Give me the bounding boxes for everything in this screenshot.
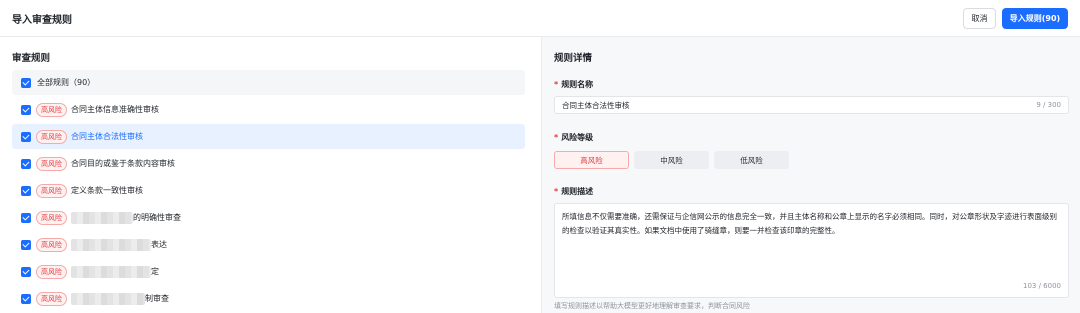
rule-desc-textarea[interactable]: 所填信息不仅需要准确，还需保证与企信网公示的信息完全一致，并且主体名称和公章上显… <box>554 203 1069 298</box>
rule-desc-label-text: 规则描述 <box>561 187 594 196</box>
redacted-text <box>71 265 151 278</box>
checkbox-checked-icon[interactable] <box>21 104 31 115</box>
import-rules-button[interactable]: 导入规则(90) <box>1002 8 1068 29</box>
rule-row[interactable]: 高风险 定 <box>12 259 525 284</box>
risk-tag: 高风险 <box>36 237 67 252</box>
risk-tag: 高风险 <box>36 183 67 198</box>
risk-level-label: * 风险等级 <box>554 132 593 143</box>
checkbox-checked-icon[interactable] <box>21 158 31 169</box>
redacted-text <box>71 238 151 251</box>
checkbox-checked-icon[interactable] <box>21 131 31 142</box>
rule-row[interactable]: 高风险 制审查 <box>12 286 525 311</box>
rule-row[interactable]: 高风险 的明确性审查 <box>12 205 525 230</box>
rule-desc-value: 所填信息不仅需要准确，还需保证与企信网公示的信息完全一致，并且主体名称和公章上显… <box>562 212 1057 235</box>
risk-level-high-button[interactable]: 高风险 <box>554 151 629 169</box>
rule-name: 表达 <box>151 240 167 249</box>
rule-name: 合同主体合法性审核 <box>71 132 143 141</box>
risk-tag: 高风险 <box>36 129 67 144</box>
rule-name-label: * 规则名称 <box>554 79 593 90</box>
detail-panel-title: 规则详情 <box>554 53 593 64</box>
rule-name-value: 合同主体合法性审核 <box>562 100 630 110</box>
risk-level-medium-button[interactable]: 中风险 <box>634 151 709 169</box>
rule-name-char-count: 9 / 300 <box>1036 101 1061 109</box>
rule-name: 合同主体信息准确性审核 <box>71 105 159 114</box>
cancel-button[interactable]: 取消 <box>963 8 996 29</box>
rule-desc-char-count: 103 / 6000 <box>1023 282 1061 290</box>
redacted-text <box>71 292 145 305</box>
rule-name: 定义条款一致性审核 <box>71 186 143 195</box>
risk-tag: 高风险 <box>36 291 67 306</box>
checkbox-checked-icon[interactable] <box>21 239 31 250</box>
top-bar: 导入审查规则 取消 导入规则(90) <box>0 0 1080 37</box>
rule-name: 合同目的或鉴于条款内容审核 <box>71 159 175 168</box>
rule-row-selected[interactable]: 高风险 合同主体合法性审核 <box>12 124 525 149</box>
required-mark: * <box>554 80 559 89</box>
required-mark: * <box>554 133 559 142</box>
rule-row-all[interactable]: 全部规则（90） <box>12 70 525 95</box>
rules-panel: 审查规则 全部规则（90） 高风险 合同主体信息准确性审核 高风险 合同主体合法… <box>0 37 540 313</box>
rule-row[interactable]: 高风险 表达 <box>12 232 525 257</box>
risk-level-selector: 高风险 中风险 低风险 <box>554 151 789 169</box>
risk-tag: 高风险 <box>36 102 67 117</box>
all-rules-label: 全部规则（90） <box>37 78 96 87</box>
detail-panel: 规则详情 * 规则名称 合同主体合法性审核 9 / 300 * 风险等级 高风险 中… <box>541 37 1080 313</box>
checkbox-checked-icon[interactable] <box>21 185 31 196</box>
rules-panel-title: 审查规则 <box>12 53 51 64</box>
required-mark: * <box>554 187 559 196</box>
rule-name-input[interactable]: 合同主体合法性审核 9 / 300 <box>554 96 1069 114</box>
risk-tag: 高风险 <box>36 156 67 171</box>
rule-row[interactable]: 高风险 合同目的或鉴于条款内容审核 <box>12 151 525 176</box>
rule-desc-label: * 规则描述 <box>554 186 593 197</box>
checkbox-checked-icon[interactable] <box>21 266 31 277</box>
rule-row[interactable]: 高风险 定义条款一致性审核 <box>12 178 525 203</box>
risk-level-label-text: 风险等级 <box>561 133 594 142</box>
checkbox-checked-icon[interactable] <box>21 212 31 223</box>
redacted-text <box>71 211 133 224</box>
risk-tag: 高风险 <box>36 210 67 225</box>
rule-name: 定 <box>151 267 159 276</box>
rule-name: 制审查 <box>145 294 169 303</box>
checkbox-checked-icon[interactable] <box>21 77 31 88</box>
rule-row[interactable]: 高风险 合同主体信息准确性审核 <box>12 97 525 122</box>
rule-desc-hint: 填写规则描述以帮助大模型更好地理解审查要求，判断合同风险 <box>554 302 750 310</box>
page-title: 导入审查规则 <box>12 15 72 26</box>
risk-tag: 高风险 <box>36 264 67 279</box>
checkbox-checked-icon[interactable] <box>21 293 31 304</box>
rule-name-label-text: 规则名称 <box>561 80 594 89</box>
risk-level-low-button[interactable]: 低风险 <box>714 151 789 169</box>
rule-name: 的明确性审查 <box>133 213 181 222</box>
rule-list: 全部规则（90） 高风险 合同主体信息准确性审核 高风险 合同主体合法性审核 高… <box>12 70 525 313</box>
